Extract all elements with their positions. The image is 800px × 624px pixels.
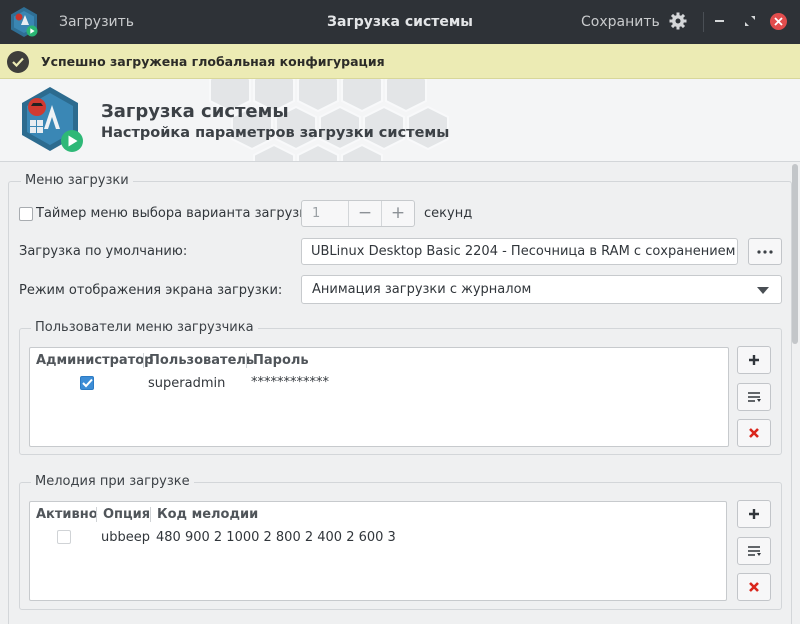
maximize-icon[interactable] <box>742 13 758 29</box>
edit-melody-button[interactable] <box>737 537 771 565</box>
column-header-option[interactable]: Опция <box>103 507 150 522</box>
timer-unit: секунд <box>424 206 473 221</box>
check-icon <box>82 378 93 388</box>
user-cell[interactable]: superadmin <box>148 376 225 391</box>
boot-menu-legend: Меню загрузки <box>21 173 133 188</box>
check-circle-icon <box>7 51 29 73</box>
titlebar-separator <box>703 12 704 32</box>
column-header-code[interactable]: Код мелодии <box>157 507 258 522</box>
plus-icon <box>749 355 759 365</box>
banner-message: Успешно загружена глобальная конфигураци… <box>41 54 385 69</box>
option-cell[interactable]: ubbeep <box>101 530 150 545</box>
default-boot-entry[interactable]: UBLinux Desktop Basic 2204 - Песочница в… <box>301 238 738 265</box>
page-title: Загрузка системы <box>101 101 289 122</box>
column-separator <box>246 353 247 368</box>
remove-icon <box>749 582 759 592</box>
close-icon <box>774 17 783 26</box>
close-button[interactable] <box>770 13 787 30</box>
boot-users-legend: Пользователи меню загрузчика <box>31 320 258 335</box>
page-header: Загрузка системы Настройка параметров за… <box>0 79 800 162</box>
load-button[interactable]: Загрузить <box>59 14 134 30</box>
plus-icon[interactable]: + <box>381 201 414 226</box>
melody-active-checkbox[interactable] <box>57 530 71 544</box>
melody-code-cell[interactable]: 480 900 2 1000 2 800 2 400 2 600 3 <box>156 530 396 545</box>
app-logo <box>22 87 83 152</box>
vertical-scrollbar[interactable] <box>792 164 798 344</box>
column-header-admin[interactable]: Администратор <box>36 353 153 368</box>
save-button[interactable]: Сохранить <box>581 14 660 30</box>
column-separator <box>150 507 151 522</box>
column-separator <box>96 507 97 522</box>
gear-icon[interactable] <box>668 11 688 31</box>
display-mode-label: Режим отображения экрана загрузки: <box>19 283 283 298</box>
default-boot-value: UBLinux Desktop Basic 2204 - Песочница в… <box>311 244 737 259</box>
edit-list-icon <box>748 392 761 402</box>
timer-checkbox[interactable] <box>19 207 33 221</box>
users-table[interactable]: Администратор Пользователь Пароль supera… <box>29 347 729 447</box>
app-icon <box>11 7 38 37</box>
timer-label[interactable]: Таймер меню выбора варианта загрузки <box>36 206 316 221</box>
add-melody-button[interactable] <box>737 500 771 528</box>
chevron-down-icon <box>757 287 769 294</box>
page-subtitle: Настройка параметров загрузки системы <box>101 125 450 141</box>
remove-icon <box>749 428 759 438</box>
column-header-active[interactable]: Активно <box>36 507 98 522</box>
more-icon <box>757 249 773 254</box>
column-header-password[interactable]: Пароль <box>253 353 309 368</box>
minus-icon[interactable]: − <box>348 201 381 226</box>
info-banner: Успешно загружена глобальная конфигураци… <box>0 44 800 79</box>
edit-list-icon <box>748 546 761 556</box>
password-cell[interactable]: ************ <box>251 375 329 390</box>
timer-spinner[interactable]: 1 − + <box>301 200 415 227</box>
title-bar: Загрузить Загрузка системы Сохранить <box>0 0 800 44</box>
browse-button[interactable] <box>748 238 782 265</box>
minimize-icon[interactable] <box>715 20 724 22</box>
remove-user-button[interactable] <box>737 419 771 447</box>
main-content: Меню загрузки Таймер меню выбора вариант… <box>0 162 800 624</box>
add-user-button[interactable] <box>737 346 771 374</box>
plus-icon <box>749 509 759 519</box>
admin-checkbox[interactable] <box>80 376 94 390</box>
column-header-user[interactable]: Пользователь <box>149 353 254 368</box>
display-mode-value: Анимация загрузки с журналом <box>312 282 532 297</box>
remove-melody-button[interactable] <box>737 573 771 601</box>
timer-value[interactable]: 1 <box>312 206 320 221</box>
melody-table[interactable]: Активно Опция Код мелодии ubbeep 480 900… <box>29 501 727 601</box>
column-separator <box>143 353 144 368</box>
edit-user-button[interactable] <box>737 383 771 411</box>
melody-legend: Мелодия при загрузке <box>31 474 194 489</box>
default-boot-label: Загрузка по умолчанию: <box>19 244 188 259</box>
display-mode-select[interactable]: Анимация загрузки с журналом <box>301 275 782 304</box>
